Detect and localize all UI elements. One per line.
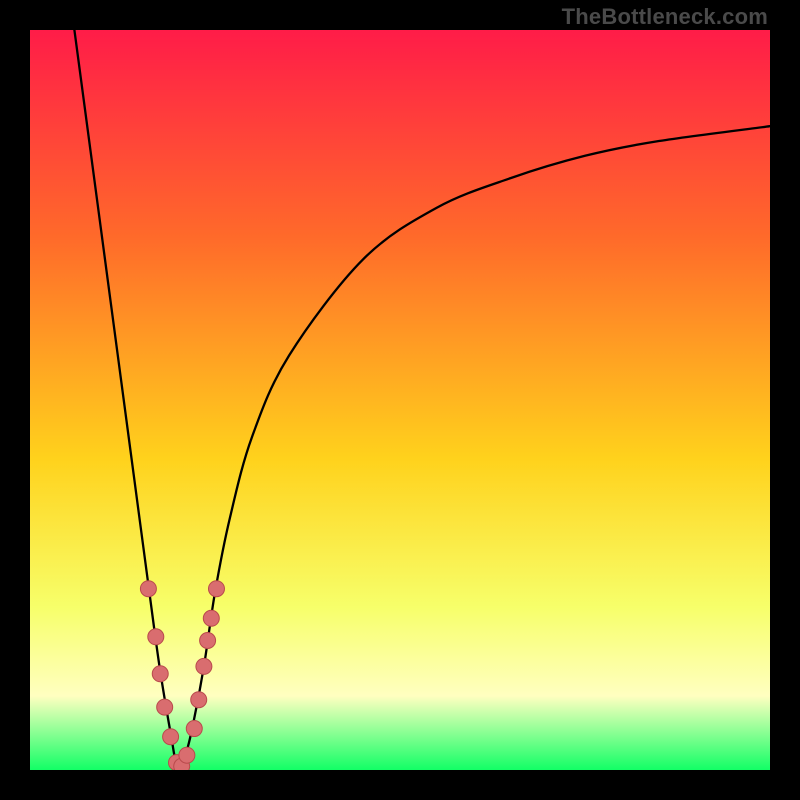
marker-dot (203, 610, 219, 626)
marker-dot (148, 629, 164, 645)
marker-dot (208, 581, 224, 597)
marker-dot (179, 747, 195, 763)
marker-dot (200, 633, 216, 649)
marker-dot (152, 666, 168, 682)
chart-root: TheBottleneck.com (0, 0, 800, 800)
marker-dot (140, 581, 156, 597)
chart-svg (30, 30, 770, 770)
marker-dot (186, 721, 202, 737)
watermark-label: TheBottleneck.com (562, 4, 768, 30)
marker-dot (191, 692, 207, 708)
marker-dot (163, 729, 179, 745)
plot-area (30, 30, 770, 770)
marker-dot (157, 699, 173, 715)
marker-dot (196, 658, 212, 674)
